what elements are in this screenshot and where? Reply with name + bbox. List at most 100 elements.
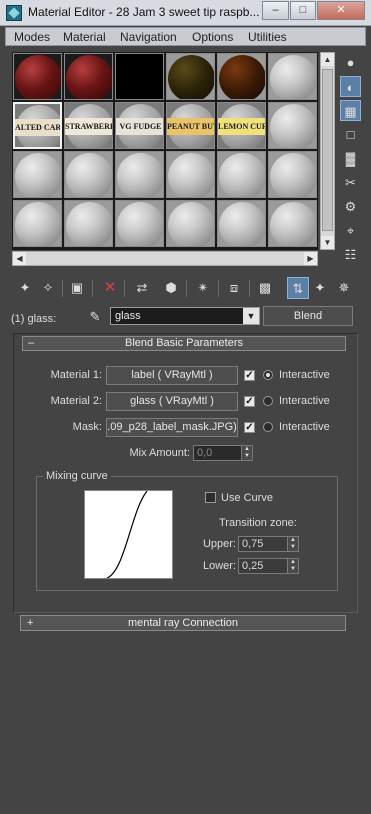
toolbar-separator — [92, 280, 93, 297]
material-name-field[interactable]: glass ▼ — [110, 307, 260, 325]
sample-slot[interactable] — [13, 151, 62, 198]
sample-slot[interactable] — [115, 151, 164, 198]
window-title: Material Editor - 28 Jam 3 sweet tip ras… — [28, 5, 260, 19]
lower-spinner[interactable]: 0,25 ▲ ▼ — [238, 558, 299, 574]
slot-preview-sphere — [270, 55, 316, 99]
put-to-scene-icon[interactable]: ✧ — [37, 277, 59, 299]
material2-interactive-radio[interactable] — [263, 396, 273, 406]
blend-parameters-rollout[interactable]: – Blend Basic Parameters — [22, 336, 346, 351]
sample-slot[interactable] — [64, 53, 113, 100]
material-type-button[interactable]: Blend — [263, 306, 353, 326]
sample-slot[interactable] — [268, 200, 317, 247]
show-map-in-viewport-icon[interactable]: ⧈ — [223, 277, 245, 299]
chevron-down-icon[interactable]: ▼ — [243, 308, 259, 324]
sample-slot[interactable] — [64, 200, 113, 247]
backlight-icon[interactable]: ◐ — [340, 76, 361, 97]
material-id-channel-icon[interactable]: ✴ — [192, 277, 214, 299]
slots-vertical-scrollbar[interactable]: ▲ ▼ — [320, 52, 335, 250]
make-preview-icon[interactable]: ✂ — [340, 172, 361, 193]
material2-label: Material 2: — [50, 395, 102, 407]
select-by-material-icon[interactable]: ⌖ — [340, 220, 361, 241]
scroll-thumb[interactable] — [322, 69, 333, 231]
sample-slot[interactable]: PEANUT BUTT — [166, 102, 215, 149]
sample-slot[interactable] — [115, 53, 164, 100]
scroll-left-arrow-icon[interactable]: ◀ — [13, 252, 26, 265]
eyedropper-icon[interactable]: ✎ — [86, 308, 104, 326]
upper-value: 0,75 — [242, 538, 264, 550]
rollout-title: Blend Basic Parameters — [125, 337, 243, 349]
mask-enable-checkbox[interactable]: ✓ — [244, 422, 255, 433]
video-color-check-icon[interactable]: ▓ — [340, 148, 361, 169]
material2-enable-checkbox[interactable]: ✓ — [244, 396, 255, 407]
material1-button[interactable]: label ( VRayMtl ) — [106, 366, 238, 385]
menu-navigation[interactable]: Navigation — [120, 30, 177, 44]
menu-utilities[interactable]: Utilities — [248, 30, 287, 44]
scroll-right-arrow-icon[interactable]: ▶ — [304, 252, 317, 265]
mental-ray-connection-rollout[interactable]: + mental ray Connection — [20, 615, 346, 631]
get-material-icon[interactable]: ✦ — [14, 277, 36, 299]
material1-interactive-radio[interactable] — [263, 370, 273, 380]
menu-modes[interactable]: Modes — [14, 30, 50, 44]
upper-spinner[interactable]: 0,75 ▲ ▼ — [238, 536, 299, 552]
sample-uv-tiling-icon[interactable]: □ — [340, 124, 361, 145]
sample-type-icon[interactable]: ● — [340, 52, 361, 73]
menu-material[interactable]: Material — [63, 30, 106, 44]
reset-map-icon[interactable]: ✕ — [99, 277, 121, 299]
material2-button[interactable]: glass ( VRayMtl ) — [106, 392, 238, 411]
sample-slot[interactable]: LEMON CURD — [217, 102, 266, 149]
slot-preview-sphere — [168, 55, 214, 99]
mixing-curve-graph — [84, 490, 173, 579]
slots-horizontal-scrollbar[interactable]: ◀ ▶ — [12, 251, 318, 266]
sample-slot[interactable] — [64, 151, 113, 198]
sample-slot[interactable] — [268, 53, 317, 100]
mix-amount-spinner[interactable]: 0,0 ▲ ▼ — [193, 445, 253, 461]
sample-slot[interactable]: VG FUDGE — [115, 102, 164, 149]
material1-enable-checkbox[interactable]: ✓ — [244, 370, 255, 381]
toolbar-separator — [62, 280, 63, 297]
rollout-title: mental ray Connection — [127, 617, 239, 629]
slot-preview-sphere — [270, 104, 316, 148]
slot-preview-sphere — [117, 202, 163, 246]
sample-slot[interactable] — [166, 200, 215, 247]
slot-preview-sphere — [15, 55, 61, 99]
make-unique-icon[interactable]: ⇄ — [131, 277, 153, 299]
sample-slot[interactable] — [217, 200, 266, 247]
sample-slot[interactable] — [268, 102, 317, 149]
show-end-result-icon[interactable]: ▩ — [254, 277, 276, 299]
sample-slot[interactable]: STRAWBERR — [64, 102, 113, 149]
sample-slot[interactable] — [217, 53, 266, 100]
background-checker-icon[interactable]: ▦ — [340, 100, 361, 121]
maximize-button[interactable]: □ — [290, 1, 316, 20]
sample-slot[interactable] — [13, 200, 62, 247]
transition-zone-label: Transition zone: — [219, 517, 297, 529]
sample-slot[interactable] — [166, 53, 215, 100]
scroll-up-arrow-icon[interactable]: ▲ — [321, 53, 334, 66]
sample-slot[interactable] — [217, 151, 266, 198]
spinner-arrows-icon[interactable]: ▲ ▼ — [287, 537, 298, 551]
sample-slot-active[interactable]: ALTED CARAM — [13, 102, 62, 149]
slot-label-band: PEANUT BUTT — [167, 118, 214, 135]
spinner-arrows-icon[interactable]: ▲ ▼ — [287, 559, 298, 573]
mask-map-button[interactable]: .09_p28_label_mask.JPG) — [106, 418, 238, 437]
sample-slot[interactable] — [13, 53, 62, 100]
sample-slot[interactable] — [268, 151, 317, 198]
use-curve-checkbox[interactable] — [205, 492, 216, 503]
sample-slot[interactable] — [115, 200, 164, 247]
close-button[interactable]: ✕ — [317, 1, 365, 20]
options-icon[interactable]: ⚙ — [340, 196, 361, 217]
material-map-navigator-icon[interactable]: ☷ — [340, 244, 361, 265]
app-icon — [6, 5, 22, 21]
mask-interactive-radio[interactable] — [263, 422, 273, 432]
pick-material-from-object-icon[interactable]: ✵ — [333, 277, 355, 299]
put-to-library-icon[interactable]: ⬢ — [160, 277, 182, 299]
spinner-arrows-icon[interactable]: ▲ ▼ — [241, 446, 252, 460]
material2-interactive-label: Interactive — [279, 395, 330, 407]
go-to-parent-icon[interactable]: ⇅ — [287, 277, 309, 299]
sample-slot[interactable] — [166, 151, 215, 198]
assign-to-selection-icon[interactable]: ▣ — [66, 277, 88, 299]
go-forward-to-sibling-icon[interactable]: ✦ — [309, 277, 331, 299]
minimize-button[interactable]: ‒ — [262, 1, 289, 20]
scroll-down-arrow-icon[interactable]: ▼ — [321, 236, 334, 249]
material-slot-label: (1) glass: — [11, 313, 57, 325]
menu-options[interactable]: Options — [192, 30, 233, 44]
